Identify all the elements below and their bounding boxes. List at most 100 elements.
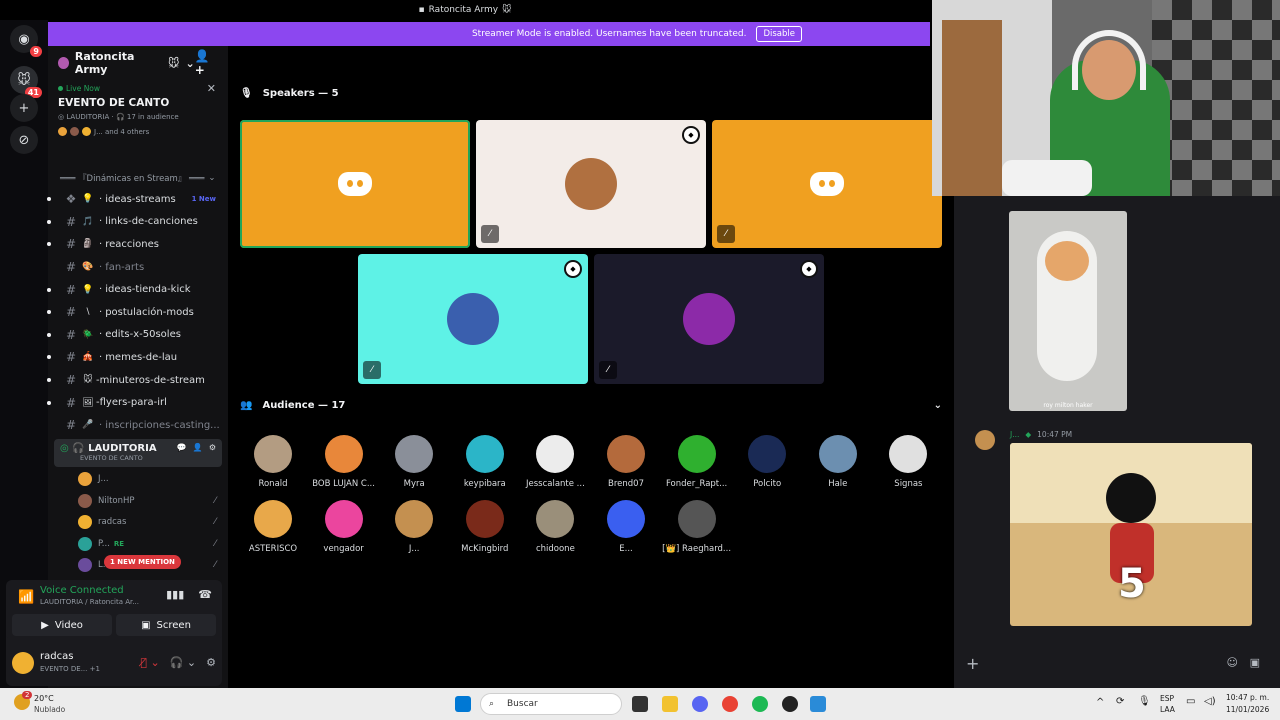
discover-icon[interactable]: ⊘: [10, 126, 38, 154]
live-event-card[interactable]: Live Now ✕ EVENTO DE CANTO ◎ LAUDITORIA …: [48, 80, 228, 144]
chrome-icon[interactable]: [722, 696, 738, 712]
category-header[interactable]: ═══ 『Dinámicas en Stream』 ═══ ⌄: [48, 168, 228, 188]
network-icon[interactable]: ▭: [1186, 696, 1195, 707]
channel-item[interactable]: ❖ 💡 · ideas-streams 1 New: [47, 188, 228, 211]
unread-dot-icon: [47, 287, 51, 292]
gear-icon[interactable]: ⚙: [209, 443, 216, 452]
microphone-icon[interactable]: 🎙: [1138, 696, 1151, 707]
server-icon-ratoncita[interactable]: 🐭 41: [10, 66, 42, 98]
language-code[interactable]: ESP: [1160, 694, 1174, 703]
windows-start-icon[interactable]: [455, 696, 471, 712]
headphones-icon[interactable]: 🎧 ⌄: [170, 656, 196, 669]
avatar: [78, 472, 92, 487]
channel-item[interactable]: # 🪲 · edits-x-50soles: [47, 324, 228, 347]
volume-icon[interactable]: ◁): [1204, 696, 1216, 707]
voice-connected-title[interactable]: Voice Connected: [40, 585, 124, 596]
discord-taskbar-icon[interactable]: [692, 696, 708, 712]
audience-member[interactable]: Hale: [803, 435, 873, 489]
add-attachment-icon[interactable]: +: [966, 654, 979, 673]
obs-icon[interactable]: [782, 696, 798, 712]
avatar: [818, 435, 857, 473]
notepad-icon[interactable]: [810, 696, 826, 712]
audience-member[interactable]: J...: [379, 500, 449, 554]
audience-member[interactable]: E...: [591, 500, 661, 554]
gear-icon[interactable]: ⚙: [206, 656, 216, 669]
add-server-icon[interactable]: +: [10, 94, 38, 122]
audience-name: Myra: [403, 479, 425, 489]
username[interactable]: radcas: [40, 651, 73, 662]
channel-item[interactable]: # 🎵 · links-de-canciones: [47, 211, 228, 234]
channel-item[interactable]: # 💡 · ideas-tienda-kick: [47, 278, 228, 301]
audience-member[interactable]: Myra: [379, 435, 449, 489]
message-author[interactable]: J...: [1010, 430, 1019, 439]
taskbar-search[interactable]: ⌕ Buscar: [480, 693, 622, 715]
voice-user[interactable]: radcas ⁄: [48, 512, 228, 534]
audience-member[interactable]: vengador: [309, 500, 379, 554]
windows-taskbar: 2 20°C Nublado ⌕ Buscar ^ ⟳ 🎙 ESP LAA ▭ ◁…: [0, 688, 1280, 720]
invite-icon[interactable]: 👤: [193, 443, 203, 452]
window-title: Ratoncita Army: [428, 5, 499, 15]
channel-item[interactable]: # 🖼 -flyers-para-irl: [47, 391, 228, 414]
file-explorer-icon[interactable]: [662, 696, 678, 712]
speaker-tile[interactable]: ◆ ⁄: [358, 254, 588, 384]
audience-member[interactable]: chidoone: [520, 500, 590, 554]
audience-member[interactable]: [👑] Raeghard...: [662, 500, 732, 554]
audience-member[interactable]: ASTERISCO: [238, 500, 308, 554]
video-button[interactable]: ▶ Video: [12, 614, 112, 636]
voice-user[interactable]: J...: [48, 469, 228, 491]
screen-share-button[interactable]: ▣ Screen: [116, 614, 216, 636]
channel-item[interactable]: # 🎨 · fan-arts: [48, 256, 228, 279]
audience-member[interactable]: Signas: [873, 435, 943, 489]
emoji-icon[interactable]: ☺: [1227, 656, 1238, 669]
voice-user[interactable]: P... RE ⁄: [48, 533, 228, 555]
spotify-icon[interactable]: [752, 696, 768, 712]
channel-item[interactable]: # 🎪 · memes-de-lau: [47, 346, 228, 369]
mic-muted-icon[interactable]: 🎙̸ ⌄: [140, 656, 159, 669]
mic-muted-icon: ⁄: [214, 495, 216, 506]
voice-channel-lauditoria[interactable]: ◎ 🎧 LAUDITORIA EVENTO DE CANTO 💬 👤 ⚙: [54, 438, 222, 467]
channel-item[interactable]: # \ · postulación-mods: [47, 301, 228, 324]
audience-member[interactable]: Brend07: [591, 435, 661, 489]
audience-member[interactable]: McKingbird: [450, 500, 520, 554]
add-member-icon[interactable]: 👤+: [195, 49, 218, 77]
mickey-gif[interactable]: 5: [1010, 443, 1252, 626]
soundwave-icon[interactable]: ▮▮▮: [166, 588, 184, 601]
message-time: 10:47 PM: [1037, 430, 1073, 439]
channel-name: reacciones: [105, 238, 159, 250]
audience-member[interactable]: BOB LUJAN C...: [309, 435, 379, 489]
new-mention-pill[interactable]: 1 NEW MENTION: [104, 555, 181, 569]
stage-icon: ◎: [58, 113, 65, 121]
clock-time[interactable]: 10:47 p. m.: [1226, 693, 1269, 702]
avatar[interactable]: [12, 652, 34, 674]
speaker-tile[interactable]: ◆ ⁄: [594, 254, 824, 384]
discord-home-icon[interactable]: ◉ 9: [10, 25, 42, 57]
channel-item[interactable]: # 🐭 -minuteros-de-stream: [47, 369, 228, 392]
channel-item[interactable]: # 🗿 · reacciones: [47, 233, 228, 256]
sync-icon[interactable]: ⟳: [1116, 696, 1124, 707]
audience-member[interactable]: Jesscalante ...: [520, 435, 590, 489]
clock-date[interactable]: 11/01/2026: [1226, 705, 1269, 714]
speaker-tile[interactable]: [240, 120, 470, 248]
chevron-down-icon[interactable]: ⌄: [934, 400, 942, 411]
audience-member[interactable]: Fonder_Rapt...: [662, 435, 732, 489]
category-name: ═══ 『Dinámicas en Stream』 ═══: [60, 174, 205, 184]
avatar[interactable]: [975, 430, 995, 450]
chat-icon[interactable]: 💬: [177, 443, 187, 452]
voice-user[interactable]: NiltonHP ⁄: [48, 490, 228, 512]
user-tag: RE: [113, 539, 125, 548]
audience-member[interactable]: Polcito: [732, 435, 802, 489]
channel-item[interactable]: # 🎤 · inscripciones-casting...: [48, 414, 228, 437]
speaker-tile[interactable]: ⁄: [712, 120, 942, 248]
speaker-tile[interactable]: ◆ ⁄: [476, 120, 706, 248]
gif-picker-icon[interactable]: ▣: [1250, 656, 1260, 669]
disconnect-icon[interactable]: ☎: [198, 588, 212, 601]
server-header[interactable]: Ratoncita Army 🐭 ⌄ 👤+: [48, 46, 228, 80]
audience-member[interactable]: Ronald: [238, 435, 308, 489]
task-view-icon[interactable]: [632, 696, 648, 712]
chevron-up-icon[interactable]: ^: [1096, 697, 1104, 708]
audience-member[interactable]: keypibara: [450, 435, 520, 489]
language-layout[interactable]: LAA: [1160, 705, 1175, 714]
close-icon[interactable]: ✕: [207, 82, 216, 95]
cat-gif[interactable]: roy milton haker: [1009, 211, 1127, 411]
disable-streamer-button[interactable]: Disable: [756, 26, 802, 42]
